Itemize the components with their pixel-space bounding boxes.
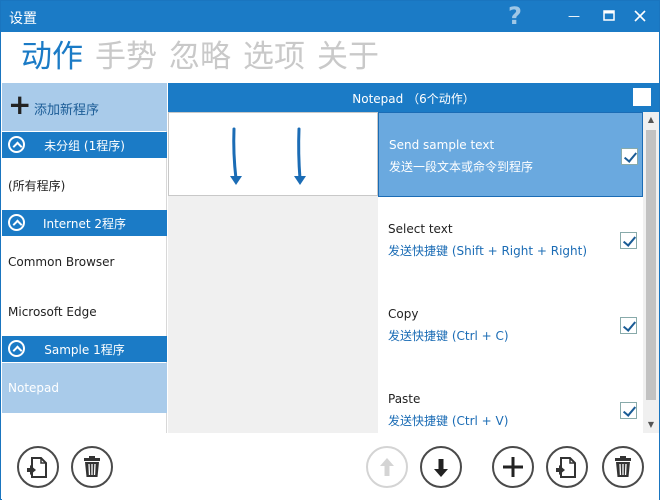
plus-icon (503, 457, 523, 477)
gesture-preview-area (168, 112, 378, 433)
window-title: 设置 (9, 11, 37, 27)
action-name: Send sample text (389, 138, 495, 152)
add-program-label: 添加新程序 (34, 103, 100, 118)
actions-header: Notepad （6个动作） (168, 83, 659, 112)
action-item[interactable]: Send sample text 发送一段文本或命令到程序 (378, 112, 643, 197)
action-enabled-checkbox[interactable] (620, 317, 637, 334)
actions-scrollbar[interactable]: ▲ ▼ (643, 112, 659, 433)
move-down-button[interactable] (420, 446, 462, 488)
action-name: Copy (388, 307, 419, 321)
action-item[interactable]: Paste 发送快捷键 (Ctrl + V) (378, 367, 643, 433)
import-program-button[interactable] (17, 446, 59, 488)
two-finger-down-gesture-icon (230, 127, 306, 185)
add-program-button[interactable]: + 添加新程序 (2, 83, 167, 131)
tab-actions[interactable]: 动作 (21, 37, 83, 79)
action-name: Select text (388, 222, 453, 236)
group-header-ungrouped[interactable]: 未分组 (1程序) (2, 132, 167, 158)
maximize-button[interactable] (598, 5, 620, 27)
actions-header-title: Notepad （6个动作） (352, 92, 475, 106)
action-description: 发送一段文本或命令到程序 (389, 160, 534, 174)
scroll-down-icon[interactable]: ▼ (643, 417, 659, 433)
arrow-down-icon (434, 459, 448, 477)
action-description: 发送快捷键 (Ctrl + V) (388, 414, 509, 428)
help-icon[interactable]: ? (508, 2, 522, 30)
action-description: 发送快捷键 (Ctrl + C) (388, 329, 509, 343)
close-icon (634, 10, 646, 22)
delete-program-button[interactable] (71, 446, 113, 488)
delete-icon (84, 456, 100, 477)
action-item[interactable]: Select text 发送快捷键 (Shift + Right + Right… (378, 197, 643, 282)
import-action-button[interactable] (546, 446, 588, 488)
group-label: 未分组 (1程序) (44, 139, 125, 153)
title-bar[interactable]: 设置 ? — (1, 1, 659, 32)
group-header-sample[interactable]: Sample 1程序 (2, 336, 167, 362)
action-description: 发送快捷键 (Shift + Right + Right) (388, 244, 588, 258)
tab-ignore[interactable]: 忽略 (169, 37, 231, 79)
program-item-all[interactable]: (所有程序) (2, 177, 167, 194)
delete-action-button[interactable] (602, 446, 644, 488)
scroll-up-icon[interactable]: ▲ (643, 112, 659, 128)
move-up-button[interactable] (366, 446, 408, 488)
action-name: Paste (388, 392, 421, 406)
main-tabs: 动作 手势 忽略 选项 关于 (21, 37, 379, 79)
action-enabled-checkbox[interactable] (621, 148, 638, 165)
add-action-button[interactable] (492, 446, 534, 488)
tab-options[interactable]: 选项 (243, 37, 305, 79)
bottom-toolbar (2, 433, 659, 500)
group-header-internet[interactable]: Internet 2程序 (2, 210, 167, 236)
action-enabled-checkbox[interactable] (620, 402, 637, 419)
program-list: + 添加新程序 未分组 (1程序) (所有程序) Internet 2程序 Co… (2, 83, 167, 433)
actions-list: Send sample text 发送一段文本或命令到程序 Select tex… (378, 112, 643, 433)
action-enabled-checkbox[interactable] (620, 232, 637, 249)
maximize-icon (603, 10, 615, 21)
settings-window: 设置 ? — 动作 手势 忽略 选项 关于 + 添加新程序 未分组 (1程序) … (0, 0, 660, 500)
arrow-up-icon (380, 458, 394, 476)
plus-icon: + (8, 88, 32, 121)
scrollbar-thumb[interactable] (646, 130, 656, 400)
minimize-button[interactable]: — (563, 5, 585, 27)
select-all-checkbox[interactable] (633, 88, 651, 106)
action-item[interactable]: Copy 发送快捷键 (Ctrl + C) (378, 282, 643, 367)
group-label: Internet 2程序 (42, 217, 127, 231)
group-label: Sample 1程序 (44, 343, 125, 357)
tab-gestures[interactable]: 手势 (95, 37, 157, 79)
close-button[interactable] (629, 5, 651, 27)
program-item-microsoft-edge[interactable]: Microsoft Edge (2, 305, 167, 319)
delete-icon (615, 456, 631, 477)
program-item-common-browser[interactable]: Common Browser (2, 255, 167, 269)
tab-about[interactable]: 关于 (317, 37, 379, 79)
gesture-preview[interactable] (168, 112, 378, 196)
import-icon (27, 457, 47, 478)
import-icon (556, 457, 576, 478)
program-item-notepad[interactable]: Notepad (2, 363, 167, 413)
